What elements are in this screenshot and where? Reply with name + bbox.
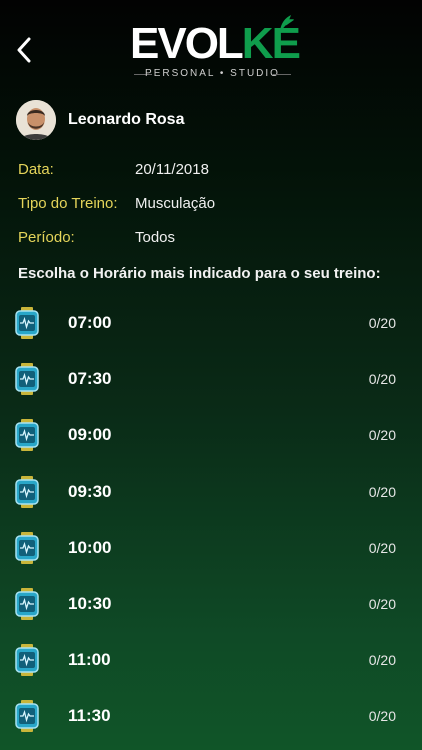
workout-type-label: Tipo do Treino: <box>18 195 118 212</box>
slot-time: 11:00 <box>68 650 111 670</box>
time-slot[interactable]: 09:30 0/20 <box>0 463 422 519</box>
smartwatch-icon <box>15 475 39 508</box>
time-slot[interactable]: 11:00 0/20 <box>0 631 422 687</box>
slot-capacity: 0/20 <box>368 595 396 612</box>
smartwatch-icon <box>15 700 39 733</box>
user-name: Leonardo Rosa <box>68 111 185 128</box>
time-slot-list: 07:00 0/20 07:30 0/20 09:00 0/20 09:30 0… <box>0 294 422 744</box>
smartwatch-icon <box>15 531 39 564</box>
date-label: Data: <box>18 161 54 178</box>
back-button[interactable] <box>12 34 36 66</box>
slot-time: 07:00 <box>68 313 112 332</box>
schedule-prompt: Escolha o Horário mais indicado para o s… <box>18 265 381 282</box>
user-profile: Leonardo Rosa <box>16 100 184 140</box>
avatar <box>16 100 56 140</box>
smartwatch-icon <box>15 587 39 620</box>
time-slot[interactable]: 09:00 0/20 <box>0 406 422 462</box>
slot-time: 11:30 <box>68 706 111 726</box>
logo-text-white: EVOL <box>130 19 244 68</box>
slot-time: 09:00 <box>68 425 112 445</box>
time-slot[interactable]: 10:30 0/20 <box>0 575 422 631</box>
slot-capacity: 0/20 <box>368 652 396 669</box>
date-value: 20/11/2018 <box>135 161 209 178</box>
slot-capacity: 0/20 <box>368 539 396 556</box>
logo-divider-right <box>273 74 291 75</box>
slot-capacity: 0/20 <box>368 708 396 725</box>
slot-capacity: 0/20 <box>368 371 396 388</box>
slot-time: 10:00 <box>68 537 112 557</box>
slot-time: 09:30 <box>68 481 112 501</box>
smartwatch-icon <box>15 644 39 677</box>
time-slot[interactable]: 11:30 0/20 <box>0 687 422 743</box>
slot-time: 10:30 <box>68 593 112 613</box>
logo-subtitle: PERSONAL • STUDIO <box>145 68 280 79</box>
slot-capacity: 0/20 <box>368 315 396 331</box>
slot-capacity: 0/20 <box>368 483 396 500</box>
slot-capacity: 0/20 <box>368 427 396 444</box>
slot-time: 07:30 <box>68 369 112 389</box>
leaf-icon <box>280 15 291 31</box>
smartwatch-icon <box>15 419 39 452</box>
chevron-left-icon <box>17 37 31 63</box>
workout-type-value: Musculação <box>135 195 216 212</box>
period-value: Todos <box>135 229 176 246</box>
smartwatch-icon <box>15 307 39 339</box>
avatar-photo-icon <box>16 100 56 140</box>
time-slot[interactable]: 10:00 0/20 <box>0 519 422 575</box>
smartwatch-icon <box>15 363 39 396</box>
period-label: Período: <box>18 229 75 246</box>
app-header: EVOLKÉ PERSONAL • STUDIO <box>0 0 422 92</box>
time-slot[interactable]: 07:00 0/20 <box>0 294 422 350</box>
brand-logo: EVOLKÉ PERSONAL • STUDIO <box>130 15 301 84</box>
time-slot[interactable]: 07:30 0/20 <box>0 350 422 406</box>
logo-wordmark: EVOLKÉ <box>130 19 301 68</box>
